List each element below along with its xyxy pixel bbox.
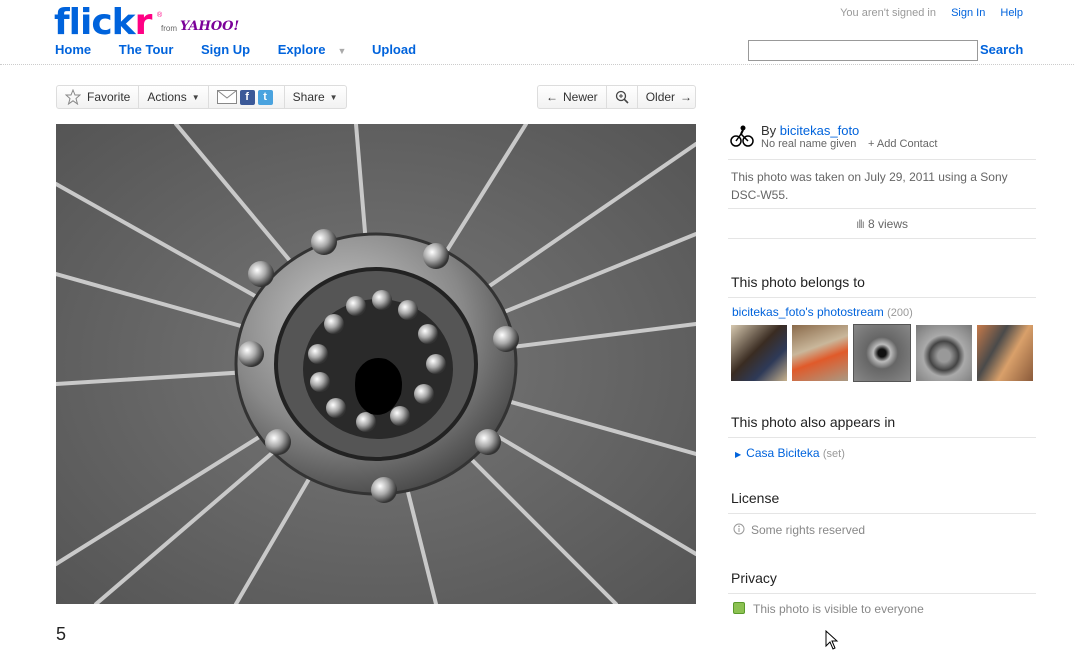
header-divider — [0, 64, 1074, 65]
photostream-link[interactable]: bicitekas_foto's photostream — [732, 305, 884, 319]
arrow-right-icon: → — [680, 90, 693, 104]
triangle-right-icon[interactable]: ▶ — [735, 450, 741, 459]
main-nav: Home The Tour Sign Up Explore ▼ Upload — [55, 42, 440, 57]
set-link[interactable]: Casa Biciteka — [746, 446, 819, 460]
photostream-count: (200) — [887, 307, 913, 319]
privacy-public-icon — [733, 602, 745, 614]
actions-label: Actions — [147, 90, 187, 104]
help-link[interactable]: Help — [1000, 7, 1023, 19]
photo-actions-toolbar: Favorite Actions ▼ f t Share ▼ — [56, 85, 347, 109]
thumbnail[interactable] — [731, 325, 787, 381]
zoom-button[interactable] — [607, 86, 638, 108]
owner-link[interactable]: bicitekas_foto — [780, 123, 860, 138]
email-icon[interactable] — [216, 90, 237, 104]
belongs-heading: This photo belongs to — [731, 274, 865, 290]
thumbnail[interactable] — [916, 325, 972, 381]
older-button[interactable]: Older → — [638, 86, 700, 108]
photo-taken-info: This photo was taken on July 29, 2011 us… — [731, 170, 1008, 202]
thumbnail-current[interactable] — [853, 324, 911, 382]
older-label: Older — [645, 90, 676, 104]
newer-label: Newer — [563, 90, 598, 104]
thumbnail[interactable] — [977, 325, 1033, 381]
divider — [728, 513, 1036, 514]
nav-sign-up[interactable]: Sign Up — [201, 42, 250, 57]
owner-byline: By bicitekas_foto — [761, 123, 859, 138]
flickr-logo[interactable]: flickr ® — [54, 2, 162, 43]
share-menu[interactable]: Share ▼ — [285, 86, 346, 108]
photostream-thumbnails — [731, 324, 1033, 382]
chevron-down-icon: ▼ — [191, 92, 200, 102]
privacy-heading: Privacy — [731, 570, 777, 586]
sign-in-link[interactable]: Sign In — [951, 7, 985, 19]
actions-menu[interactable]: Actions ▼ — [139, 86, 209, 108]
add-contact-link[interactable]: + Add Contact — [868, 138, 937, 150]
appears-heading: This photo also appears in — [731, 414, 896, 430]
license-heading: License — [731, 490, 780, 506]
star-icon — [65, 89, 81, 105]
cyclist-icon — [730, 125, 754, 147]
yahoo-logo: YAHOO! — [180, 19, 240, 34]
license-info: Some rights reserved — [733, 523, 865, 537]
divider — [728, 238, 1036, 239]
thumbnail[interactable] — [792, 325, 848, 381]
signed-out-status: You aren't signed in — [840, 7, 936, 19]
mouse-cursor-icon — [825, 630, 839, 650]
views-count: ıllı 8 views — [728, 217, 1036, 231]
facebook-icon[interactable]: f — [239, 89, 255, 105]
divider — [728, 208, 1036, 209]
search-input[interactable] — [748, 40, 978, 61]
privacy-label: This photo is visible to everyone — [753, 602, 924, 616]
owner-avatar[interactable] — [730, 124, 754, 148]
photo-title: 5 — [56, 624, 67, 644]
by-label: By — [761, 123, 777, 138]
photostream-entry: bicitekas_foto's photostream (200) — [732, 305, 913, 319]
favorite-label: Favorite — [87, 90, 131, 104]
views-label: 8 views — [867, 217, 908, 231]
nav-explore[interactable]: Explore — [278, 42, 326, 57]
set-entry: ▶ Casa Biciteka (set) — [735, 446, 845, 460]
search-button[interactable]: Search — [980, 42, 1023, 57]
nav-the-tour[interactable]: The Tour — [119, 42, 174, 57]
bar-chart-icon: ıllı — [855, 217, 865, 231]
bicycle-hub-image — [56, 124, 696, 604]
real-name-text: No real name given — [761, 138, 857, 150]
share-label: Share — [292, 90, 325, 104]
set-tag: (set) — [822, 448, 845, 460]
info-circle-icon — [733, 523, 745, 535]
newer-button[interactable]: ← Newer — [538, 86, 607, 108]
nav-home[interactable]: Home — [55, 42, 91, 57]
nav-upload[interactable]: Upload — [372, 42, 416, 57]
license-label[interactable]: Some rights reserved — [751, 523, 865, 537]
chevron-down-icon: ▼ — [329, 92, 338, 102]
main-photo[interactable] — [56, 124, 696, 604]
explore-dropdown-icon[interactable]: ▼ — [337, 46, 346, 56]
favorite-button[interactable]: Favorite — [57, 86, 140, 108]
zoom-icon — [615, 90, 629, 104]
divider — [728, 437, 1036, 438]
share-icons: f t — [209, 86, 285, 108]
twitter-icon[interactable]: t — [257, 89, 273, 105]
logo-wordmark: flickr — [54, 2, 152, 43]
divider — [728, 593, 1036, 594]
logo-registered-mark: ® — [157, 12, 163, 19]
account-links: You aren't signed in Sign In Help — [828, 7, 1023, 19]
divider — [728, 297, 1036, 298]
logo-from-text: from — [161, 24, 177, 33]
divider — [728, 159, 1036, 160]
arrow-left-icon: ← — [546, 90, 558, 104]
photo-navigation-toolbar: ← Newer Older → — [537, 85, 696, 109]
privacy-info: This photo is visible to everyone — [733, 602, 924, 616]
